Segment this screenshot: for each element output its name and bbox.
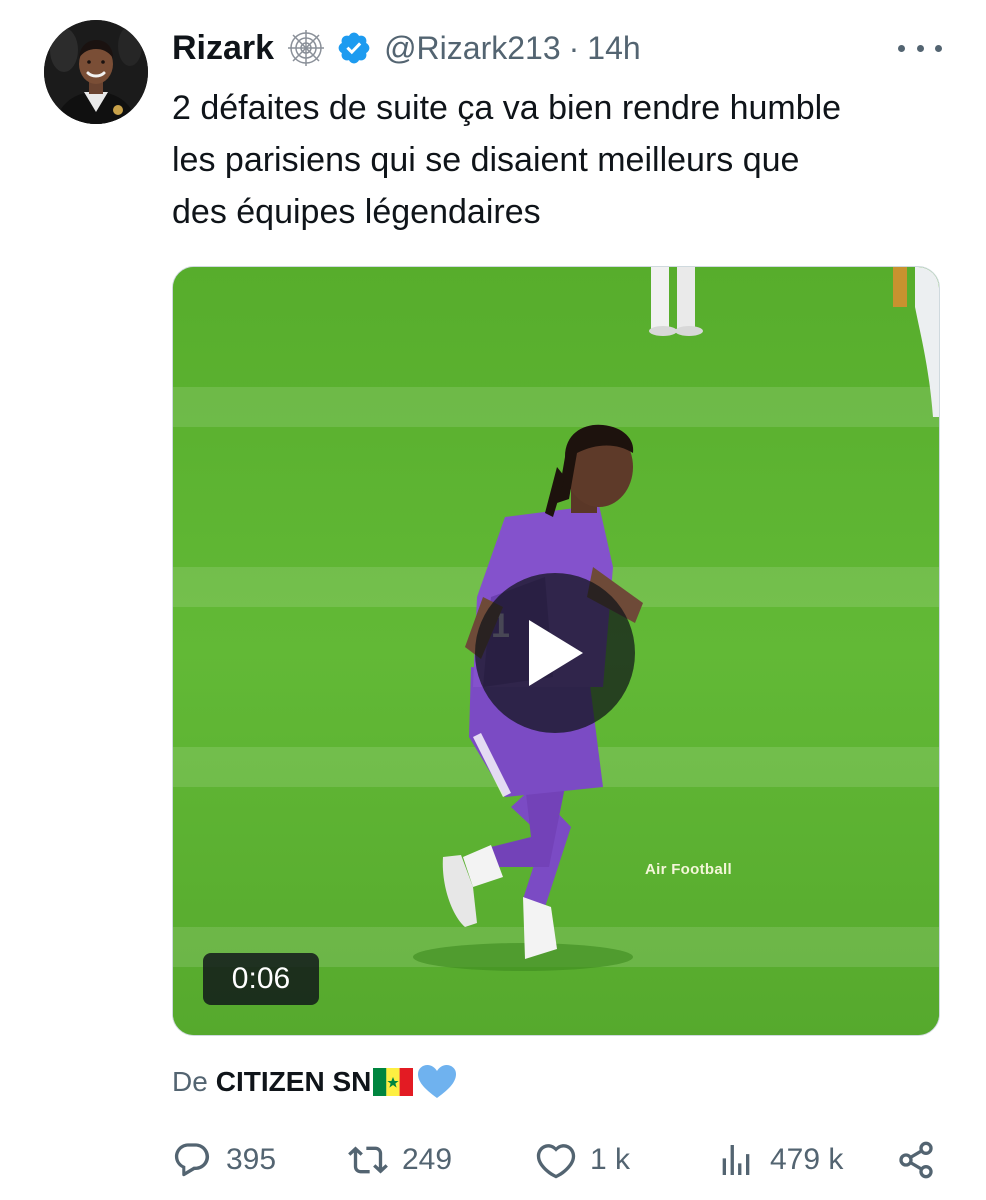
separator-dot: ·	[568, 29, 580, 66]
video-duration: 0:06	[203, 953, 319, 1005]
verified-icon[interactable]	[336, 30, 372, 66]
tweet: Rizark @Rizark213 · 14h 2 défaites de su…	[0, 0, 986, 1200]
avatar[interactable]	[44, 20, 148, 124]
action-bar: 395 249 1 k 479 k	[172, 1134, 942, 1186]
retweet-count: 249	[402, 1143, 453, 1176]
timestamp[interactable]: 14h	[587, 30, 640, 67]
tweet-text-line: des équipes légendaires	[172, 193, 541, 231]
tweet-text-line: 2 défaites de suite ça va bien rendre hu…	[172, 89, 842, 127]
retweet-icon	[348, 1146, 388, 1174]
tweet-header: Rizark @Rizark213 · 14h	[172, 26, 641, 70]
share-button[interactable]	[896, 1134, 936, 1186]
tweet-text-line: les parisiens qui se disaient meilleurs …	[172, 141, 800, 179]
like-button[interactable]: 1 k	[536, 1134, 630, 1186]
tweet-text: 2 défaites de suite ça va bien rendre hu…	[172, 82, 962, 238]
spider-web-icon	[286, 28, 326, 68]
display-name[interactable]: Rizark	[172, 29, 274, 68]
reply-button[interactable]: 395	[172, 1134, 276, 1186]
more-options-icon[interactable]	[898, 38, 942, 58]
video-source: De CITIZEN SN	[172, 1060, 457, 1104]
reply-icon	[174, 1143, 210, 1177]
senegal-flag-icon	[373, 1068, 414, 1096]
share-icon	[899, 1141, 933, 1179]
play-button[interactable]	[475, 573, 635, 733]
handle[interactable]: @Rizark213	[384, 30, 561, 67]
source-prefix: De	[172, 1066, 208, 1097]
views-icon	[722, 1145, 750, 1175]
blue-heart-icon	[417, 1064, 457, 1100]
video-player[interactable]: 1 Air Football 0:06	[172, 266, 940, 1036]
reply-count: 395	[226, 1143, 277, 1176]
play-icon	[529, 620, 583, 686]
heart-icon	[536, 1144, 576, 1179]
video-watermark: Air Football	[645, 861, 732, 878]
views-button[interactable]: 479 k	[716, 1134, 843, 1186]
retweet-button[interactable]: 249	[348, 1134, 452, 1186]
like-count: 1 k	[590, 1143, 631, 1176]
views-count: 479 k	[770, 1143, 844, 1176]
source-name[interactable]: CITIZEN SN	[216, 1066, 372, 1098]
